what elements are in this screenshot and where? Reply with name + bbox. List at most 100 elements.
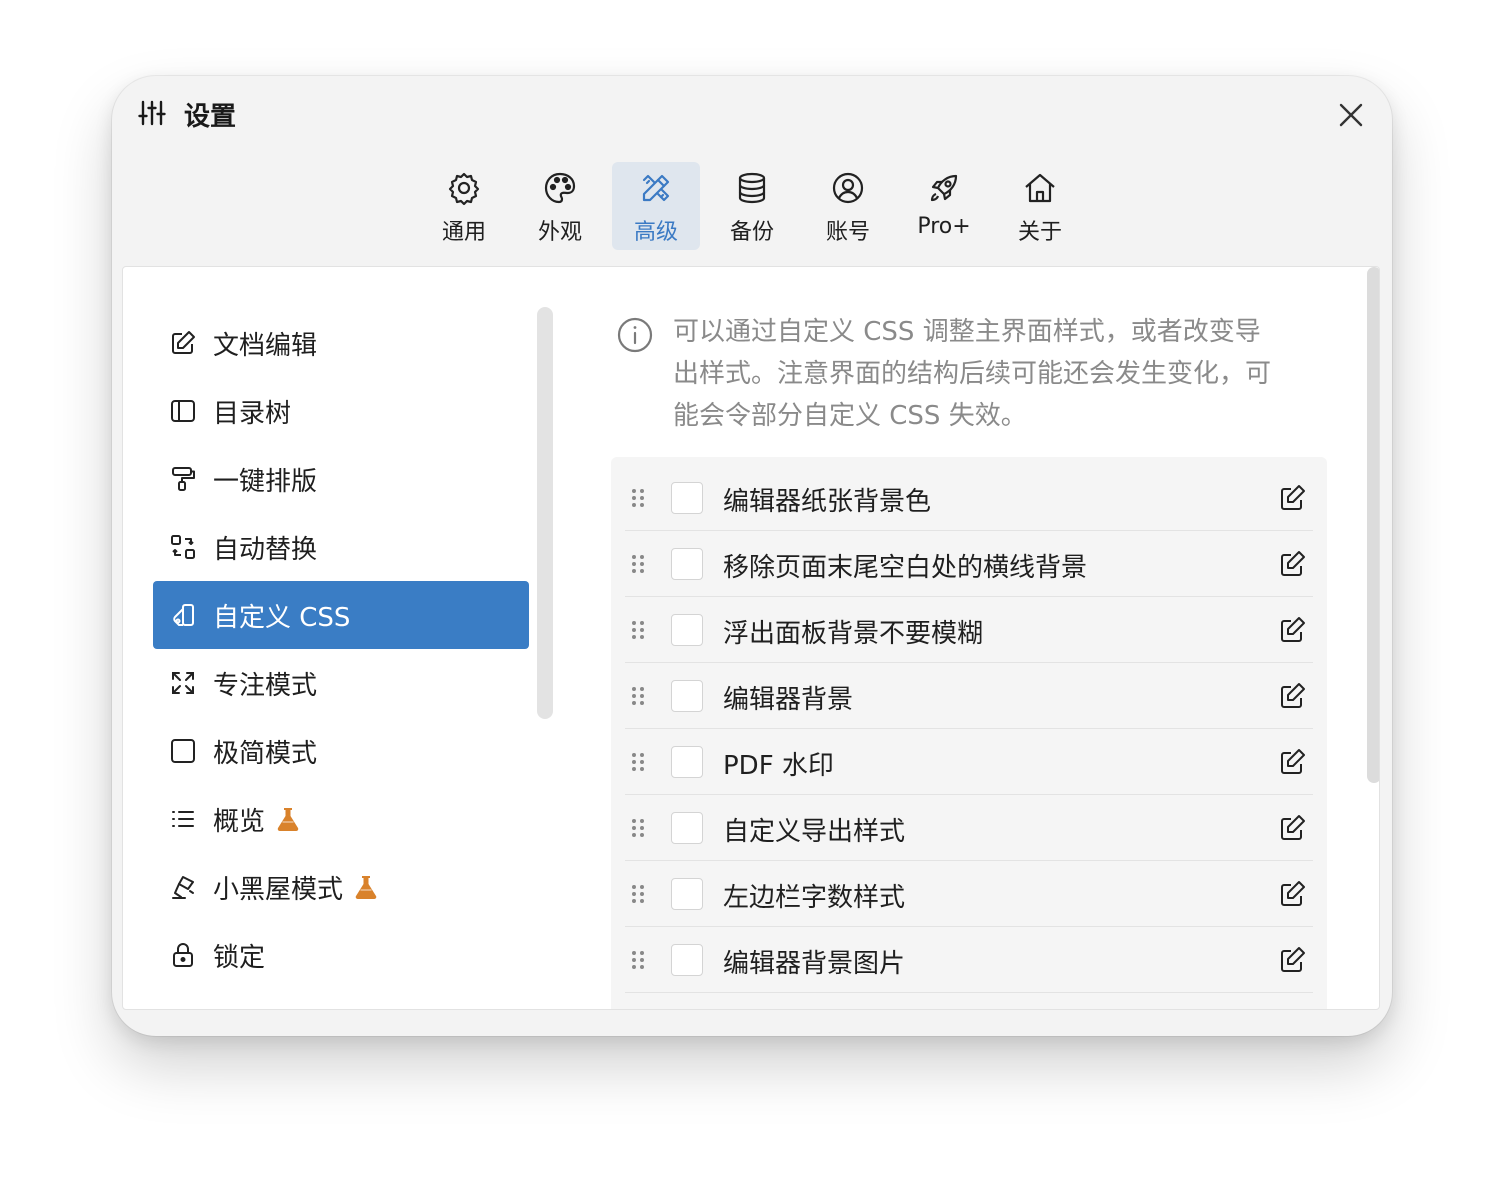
tab-label: 账号	[825, 220, 870, 245]
css-checkbox[interactable]	[671, 680, 703, 712]
tab-advanced[interactable]: 高级	[612, 162, 700, 250]
css-checkbox[interactable]	[671, 746, 703, 778]
edit-icon[interactable]	[1277, 549, 1307, 579]
info-line: 出样式。注意界面的结构后续可能还会发生变化，可	[673, 359, 1272, 389]
rocket-icon	[930, 174, 958, 202]
settings-tabs: 通用 外观 高级 备份 账号 Pro+ 关于	[420, 162, 1092, 250]
drag-handle-icon[interactable]	[631, 686, 645, 706]
sidebar-item-label: 极简模式	[213, 738, 318, 769]
tab-backup[interactable]: 备份	[708, 162, 796, 250]
tab-label: Pro+	[917, 214, 971, 239]
edit-icon[interactable]	[1277, 747, 1307, 777]
sidebar-item-label: 锁定	[213, 942, 266, 973]
tab-label: 高级	[633, 220, 678, 245]
css-row: 编辑器纸张背景色	[625, 465, 1313, 531]
info-line: 能会令部分自定义 CSS 失效。	[673, 401, 1027, 431]
sidebar-item-auto-replace[interactable]: 自动替换	[153, 513, 529, 581]
lamp-icon	[172, 876, 194, 899]
edit-icon[interactable]	[1277, 483, 1307, 513]
settings-content: 文档编辑 目录树 一键排版 自动替换 自定义 CSS 专注模式 极简模式 概览 …	[122, 266, 1380, 1010]
css-checkbox[interactable]	[671, 878, 703, 910]
window-title: 设置	[184, 102, 237, 132]
edit-icon[interactable]	[1277, 615, 1307, 645]
drag-handle-icon[interactable]	[631, 620, 645, 640]
sliders-icon	[138, 100, 166, 126]
sidebar-item-formatting[interactable]: 一键排版	[153, 445, 529, 513]
user-circle-icon	[832, 172, 864, 204]
database-icon	[738, 172, 766, 204]
titlebar: 设置	[112, 76, 1392, 152]
edit-icon[interactable]	[1277, 879, 1307, 909]
info-text: 可以通过自定义 CSS 调整主界面样式，或者改变导 出样式。注意界面的结构后续可…	[673, 311, 1333, 437]
sidebar-item-custom-css[interactable]: 自定义 CSS	[153, 581, 529, 649]
edit-icon[interactable]	[1277, 945, 1307, 975]
flask-icon	[277, 808, 299, 832]
css-row: PDF 水印	[625, 729, 1313, 795]
sidebar-item-label: 目录树	[213, 398, 292, 429]
tab-appearance[interactable]: 外观	[516, 162, 604, 250]
css-row-label: PDF 水印	[723, 751, 834, 781]
css-row: 移除页面末尾空白处的横线背景	[625, 531, 1313, 597]
sidebar-item-outline[interactable]: 目录树	[153, 377, 529, 445]
css-checkbox[interactable]	[671, 944, 703, 976]
sidebar: 文档编辑 目录树 一键排版 自动替换 自定义 CSS 专注模式 极简模式 概览 …	[153, 309, 529, 989]
css-row: 左边栏字数样式	[625, 861, 1313, 927]
css-shapes-icon	[173, 604, 194, 626]
sidebar-scrollbar[interactable]	[537, 307, 553, 719]
edit-icon	[172, 331, 195, 354]
info-icon	[617, 317, 653, 353]
home-icon	[1025, 173, 1055, 203]
edit-icon[interactable]	[1277, 681, 1307, 711]
css-checkbox[interactable]	[671, 812, 703, 844]
sidebar-item-lock[interactable]: 锁定	[153, 921, 529, 989]
css-row-label: 编辑器背景图片	[723, 949, 906, 979]
sidebar-item-document-edit[interactable]: 文档编辑	[153, 309, 529, 377]
flask-icon	[355, 876, 377, 900]
tab-label: 关于	[1017, 220, 1062, 245]
css-row: 编辑器背景	[625, 663, 1313, 729]
drag-handle-icon[interactable]	[631, 554, 645, 574]
drag-handle-icon[interactable]	[631, 752, 645, 772]
css-row: 浮出面板背景不要模糊	[625, 597, 1313, 663]
tab-account[interactable]: 账号	[804, 162, 892, 250]
list-icon	[172, 811, 194, 827]
info-line: 可以通过自定义 CSS 调整主界面样式，或者改变导	[673, 317, 1261, 347]
sidebar-item-overview[interactable]: 概览	[153, 785, 529, 853]
drag-handle-icon[interactable]	[631, 950, 645, 970]
tab-pro[interactable]: Pro+	[900, 162, 988, 250]
css-row-label: 编辑器背景	[723, 685, 854, 715]
close-icon[interactable]	[1334, 98, 1368, 132]
sidebar-item-label: 专注模式	[213, 670, 318, 701]
expand-icon	[172, 672, 194, 694]
sidebar-item-minimal-mode[interactable]: 极简模式	[153, 717, 529, 785]
css-row-label: 浮出面板背景不要模糊	[723, 619, 984, 649]
sidebar-item-label: 文档编辑	[213, 330, 318, 361]
css-checkbox[interactable]	[671, 482, 703, 514]
custom-css-list: 编辑器纸张背景色 移除页面末尾空白处的横线背景 浮出面板背景不要模糊 编辑器背景	[611, 457, 1327, 1009]
css-row-label: 左边栏字数样式	[723, 883, 906, 913]
css-row-label: 移除页面末尾空白处的横线背景	[723, 553, 1088, 583]
css-checkbox[interactable]	[671, 614, 703, 646]
drag-handle-icon[interactable]	[631, 884, 645, 904]
settings-window: 设置 通用 外观 高级 备份 账号 Pro+ 关于 文档编辑 目录树 一键排版 …	[112, 76, 1392, 1036]
drag-handle-icon[interactable]	[631, 488, 645, 508]
edit-icon[interactable]	[1277, 813, 1307, 843]
tab-label: 备份	[729, 220, 774, 245]
css-checkbox[interactable]	[671, 548, 703, 580]
replace-icon	[171, 535, 195, 559]
tab-about[interactable]: 关于	[996, 162, 1084, 250]
sidebar-item-label: 概览	[213, 806, 266, 837]
content-scrollbar[interactable]	[1367, 267, 1379, 783]
paint-roller-icon	[172, 467, 195, 491]
tools-icon	[642, 174, 670, 202]
css-row: 自定义导出样式	[625, 795, 1313, 861]
tab-label: 外观	[537, 220, 582, 245]
sidebar-item-dark-room-mode[interactable]: 小黑屋模式	[153, 853, 529, 921]
gear-icon	[448, 172, 480, 206]
sidebar-item-label: 小黑屋模式	[213, 874, 344, 905]
sidebar-item-label: 一键排版	[213, 466, 318, 497]
drag-handle-icon[interactable]	[631, 818, 645, 838]
sidebar-item-label: 自定义 CSS	[213, 602, 351, 633]
tab-general[interactable]: 通用	[420, 162, 508, 250]
sidebar-item-focus-mode[interactable]: 专注模式	[153, 649, 529, 717]
